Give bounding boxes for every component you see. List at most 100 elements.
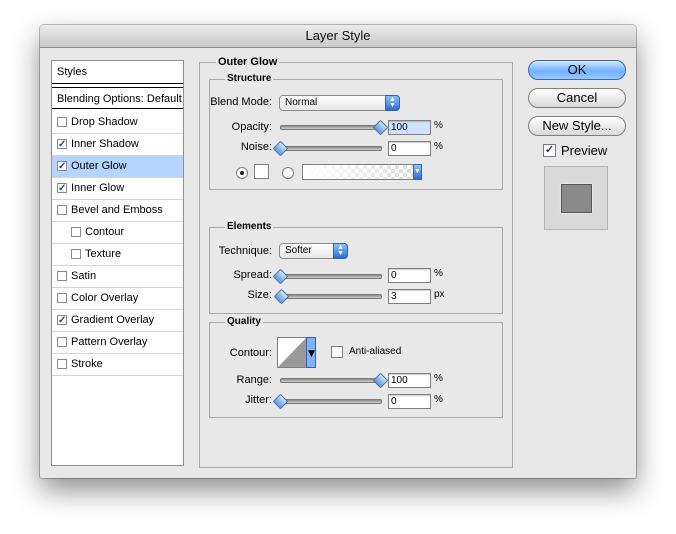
preview-label: Preview (561, 143, 608, 158)
style-item-checkbox[interactable]: ✓ (57, 161, 67, 172)
style-item-inner-shadow[interactable]: ✓ Inner Shadow (52, 134, 183, 156)
size-input[interactable]: 3 (388, 289, 431, 304)
style-item-label: Bevel and Emboss (71, 204, 163, 216)
range-slider-thumb[interactable] (372, 372, 389, 389)
spread-unit: % (434, 268, 443, 279)
noise-slider[interactable] (280, 146, 382, 151)
technique-select[interactable]: Softer ▲ ▼ (279, 243, 348, 259)
style-item-checkbox[interactable] (57, 359, 67, 369)
style-item-label: Drop Shadow (71, 116, 138, 128)
style-item-drop-shadow[interactable]: Drop Shadow (52, 112, 183, 134)
blending-options-item[interactable]: Blending Options: Default (52, 87, 183, 109)
opacity-input[interactable]: 100 (388, 120, 431, 135)
size-slider-thumb[interactable] (273, 288, 290, 305)
window-title: Layer Style (40, 25, 636, 48)
contour-curve-icon: ▼ (277, 337, 316, 368)
style-item-checkbox[interactable] (57, 293, 67, 303)
glow-color-swatch[interactable] (254, 164, 269, 179)
opacity-slider[interactable] (280, 125, 382, 130)
noise-label: Noise: (240, 141, 272, 153)
anti-aliased-checkbox[interactable] (331, 346, 343, 358)
style-item-label: Satin (71, 270, 97, 282)
opacity-slider-thumb[interactable] (372, 119, 389, 136)
quality-group: Quality Contour: ▼ Anti-aliased Range: 1… (209, 316, 503, 418)
jitter-slider-thumb[interactable] (272, 393, 289, 410)
style-item-outer-glow[interactable]: ✓ Outer Glow (52, 156, 183, 178)
styles-header[interactable]: Styles (52, 61, 183, 84)
style-item-color-overlay[interactable]: Color Overlay (52, 288, 183, 310)
range-input[interactable]: 100 (388, 373, 431, 388)
cancel-button[interactable]: Cancel (528, 88, 626, 108)
style-item-label: Pattern Overlay (71, 336, 148, 348)
range-slider[interactable] (280, 378, 382, 383)
styles-list: Styles Blending Options: Default Drop Sh… (51, 60, 184, 466)
spread-input[interactable]: 0 (388, 268, 431, 283)
outer-glow-title: Outer Glow (216, 56, 280, 68)
gradient-picker[interactable]: ▼ (302, 164, 422, 180)
contour-label: Contour: (229, 347, 272, 359)
chevron-updown-icon: ▲ ▼ (333, 243, 348, 259)
style-item-checkbox[interactable] (71, 249, 81, 259)
range-unit: % (434, 373, 443, 384)
new-style-button[interactable]: New Style... (528, 116, 626, 136)
style-item-checkbox[interactable] (57, 337, 67, 347)
style-item-satin[interactable]: Satin (52, 266, 183, 288)
jitter-slider[interactable] (280, 399, 382, 404)
jitter-label: Jitter: (245, 394, 272, 406)
noise-input[interactable]: 0 (388, 141, 431, 156)
solid-color-radio[interactable] (236, 167, 248, 179)
style-item-bevel-and-emboss[interactable]: Bevel and Emboss (52, 200, 183, 222)
style-item-stroke[interactable]: Stroke (52, 354, 183, 376)
layer-style-dialog: Layer Style Styles Blending Options: Def… (40, 25, 636, 478)
technique-label: Technique: (218, 245, 272, 257)
style-item-texture[interactable]: Texture (52, 244, 183, 266)
structure-title: Structure (225, 73, 274, 85)
technique-value: Softer (285, 245, 312, 256)
outer-glow-group: Outer Glow Structure Blend Mode: Normal … (199, 56, 513, 468)
svg-text:▼: ▼ (308, 349, 315, 359)
style-item-checkbox[interactable]: ✓ (57, 315, 67, 326)
spread-slider[interactable] (280, 274, 382, 279)
size-label: Size: (247, 289, 272, 301)
style-item-checkbox[interactable]: ✓ (57, 183, 67, 194)
style-item-checkbox[interactable] (57, 117, 67, 127)
ok-button[interactable]: OK (528, 60, 626, 80)
style-item-contour[interactable]: Contour (52, 222, 183, 244)
style-item-gradient-overlay[interactable]: ✓ Gradient Overlay (52, 310, 183, 332)
style-item-checkbox[interactable]: ✓ (57, 139, 67, 150)
style-item-label: Inner Glow (71, 182, 125, 194)
size-slider[interactable] (280, 294, 382, 299)
jitter-unit: % (434, 394, 443, 405)
chevron-updown-icon: ▲ ▼ (385, 95, 400, 111)
style-item-checkbox[interactable] (71, 227, 81, 237)
blend-mode-select[interactable]: Normal ▲ ▼ (279, 95, 400, 111)
spread-label: Spread: (233, 269, 272, 281)
blend-mode-label: Blend Mode: (210, 96, 272, 108)
elements-title: Elements (225, 221, 274, 233)
style-item-checkbox[interactable] (57, 271, 67, 281)
elements-group: Elements Technique: Softer ▲ ▼ Spread: 0 … (209, 221, 503, 314)
size-unit: px (434, 289, 445, 300)
style-item-inner-glow[interactable]: ✓ Inner Glow (52, 178, 183, 200)
gradient-preview (303, 165, 421, 179)
style-item-label: Color Overlay (71, 292, 139, 304)
noise-slider-thumb[interactable] (272, 140, 289, 157)
style-item-checkbox[interactable] (57, 205, 67, 215)
preview-swatch (561, 184, 592, 213)
jitter-input[interactable]: 0 (388, 394, 431, 409)
gradient-radio[interactable] (282, 167, 294, 179)
chevron-down-icon[interactable]: ▼ (413, 164, 422, 180)
spread-slider-thumb[interactable] (272, 268, 289, 285)
style-item-label: Inner Shadow (71, 138, 139, 150)
style-item-label: Texture (85, 248, 122, 260)
anti-aliased-label: Anti-aliased (349, 346, 402, 357)
opacity-unit: % (434, 120, 443, 131)
blend-mode-value: Normal (285, 97, 318, 108)
opacity-label: Opacity: (231, 121, 272, 133)
contour-picker[interactable]: ▼ (277, 337, 316, 368)
quality-title: Quality (225, 316, 263, 328)
style-item-pattern-overlay[interactable]: Pattern Overlay (52, 332, 183, 354)
structure-group: Structure Blend Mode: Normal ▲ ▼ Opacity:… (209, 73, 503, 190)
style-item-label: Gradient Overlay (71, 314, 155, 326)
preview-checkbox[interactable]: ✓ (543, 144, 556, 157)
